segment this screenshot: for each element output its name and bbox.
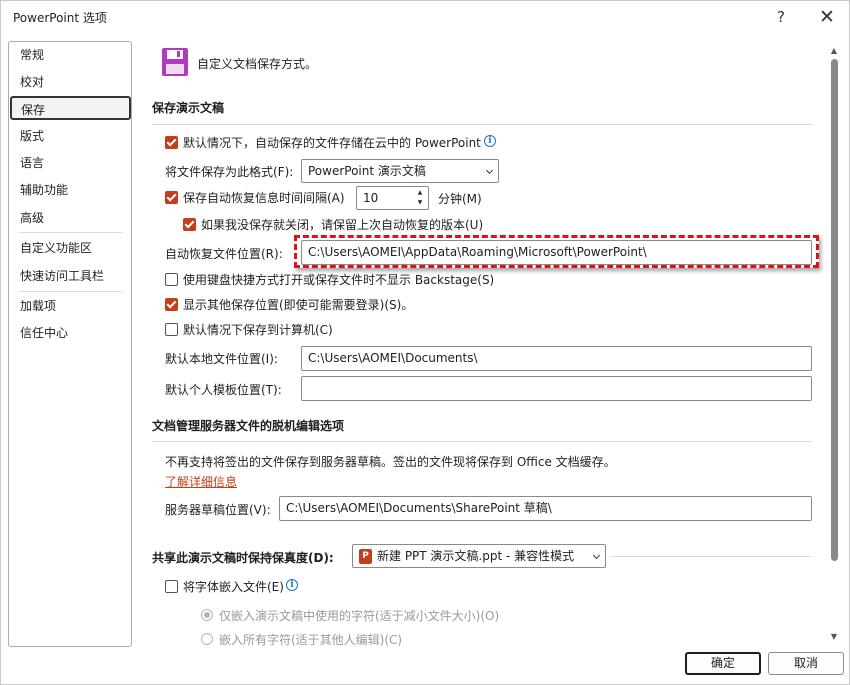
autorecover-interval-label: 保存自动恢复信息时间间隔(A) xyxy=(183,191,345,205)
drafts-location-input[interactable]: C:\Users\AOMEI\Documents\SharePoint 草稿\ xyxy=(279,496,812,521)
info-icon[interactable]: i xyxy=(484,135,496,147)
page-description: 自定义文档保存方式。 xyxy=(197,57,318,71)
scroll-up-icon[interactable]: ▲ xyxy=(830,47,838,55)
nav-item-trust-center[interactable]: 信任中心 xyxy=(9,321,131,345)
embed-fonts-label: 将字体嵌入文件(E) xyxy=(183,580,284,594)
nav-item-customize-ribbon[interactable]: 自定义功能区 xyxy=(9,236,131,260)
spin-down-icon[interactable]: ▼ xyxy=(415,198,425,208)
no-backstage-label: 使用键盘快捷方式打开或保存文件时不显示 Backstage(S) xyxy=(183,273,495,287)
show-other-locations-checkbox[interactable] xyxy=(165,298,178,311)
default-local-location-label: 默认本地文件位置(I): xyxy=(165,352,278,366)
default-template-location-label: 默认个人模板位置(T): xyxy=(165,383,282,397)
section-divider xyxy=(152,441,812,442)
autorecover-location-label: 自动恢复文件位置(R): xyxy=(165,247,283,261)
highlight-frame xyxy=(294,235,819,268)
nav-item-quick-access-toolbar[interactable]: 快速访问工具栏 xyxy=(9,264,131,288)
keep-last-autorecover-label: 如果我没保存就关闭，请保留上次自动恢复的版本(U) xyxy=(201,218,484,232)
section-title-fidelity: 共享此演示文稿时保持保真度(D): xyxy=(152,551,334,565)
nav-item-general[interactable]: 常规 xyxy=(9,43,131,67)
ok-button[interactable]: 确定 xyxy=(685,652,761,675)
presentation-select[interactable]: P 新建 PPT 演示文稿.ppt - 兼容性模式 xyxy=(352,544,606,568)
embed-all-label: 嵌入所有字符(适于其他人编辑)(C) xyxy=(219,633,403,647)
chevron-down-icon xyxy=(485,166,494,175)
chevron-down-icon xyxy=(592,551,601,560)
section-divider xyxy=(152,124,812,125)
save-format-select[interactable]: PowerPoint 演示文稿 xyxy=(301,159,499,183)
scroll-down-icon[interactable]: ▼ xyxy=(830,633,838,641)
autosave-cloud-checkbox[interactable] xyxy=(165,136,178,149)
title-bar: PowerPoint 选项 ? ✕ xyxy=(1,1,850,33)
close-button[interactable]: ✕ xyxy=(813,5,841,29)
save-to-computer-checkbox[interactable] xyxy=(165,323,178,336)
embed-all-radio[interactable] xyxy=(201,633,213,645)
drafts-location-label: 服务器草稿位置(V): xyxy=(165,503,271,517)
keep-last-autorecover-checkbox[interactable] xyxy=(183,218,196,231)
learn-more-link[interactable]: 了解详细信息 xyxy=(165,473,237,490)
presentation-select-value: 新建 PPT 演示文稿.ppt - 兼容性模式 xyxy=(377,549,575,563)
embed-fonts-checkbox[interactable] xyxy=(165,580,178,593)
cancel-button[interactable]: 取消 xyxy=(768,652,844,675)
section-title-offline: 文档管理服务器文件的脱机编辑选项 xyxy=(152,419,345,433)
autorecover-interval-unit: 分钟(M) xyxy=(438,192,482,206)
default-template-location-input[interactable] xyxy=(301,376,812,401)
save-format-value: PowerPoint 演示文稿 xyxy=(308,164,426,178)
offline-notice: 不再支持将签出的文件保存到服务器草稿。签出的文件现将保存到 Office 文档缓… xyxy=(165,455,616,469)
no-backstage-checkbox[interactable] xyxy=(165,273,178,286)
scrollbar-thumb[interactable] xyxy=(831,59,838,561)
help-button[interactable]: ? xyxy=(767,5,795,29)
dialog-title: PowerPoint 选项 xyxy=(13,11,107,25)
section-divider xyxy=(611,556,811,557)
vertical-scrollbar[interactable]: ▲ ▼ xyxy=(827,45,841,647)
section-title-save: 保存演示文稿 xyxy=(152,101,225,115)
embed-used-only-radio[interactable] xyxy=(201,609,213,621)
options-dialog: PowerPoint 选项 ? ✕ 常规 校对 保存 版式 语言 辅助功能 高级… xyxy=(0,0,850,685)
autorecover-interval-value: 10 xyxy=(363,191,379,205)
save-floppy-icon xyxy=(162,48,188,76)
nav-item-layout[interactable]: 版式 xyxy=(9,124,131,148)
autosave-cloud-label: 默认情况下，自动保存的文件存储在云中的 PowerPoint xyxy=(183,136,481,150)
spin-up-icon[interactable]: ▲ xyxy=(415,188,425,198)
nav-item-language[interactable]: 语言 xyxy=(9,151,131,175)
default-local-location-input[interactable]: C:\Users\AOMEI\Documents\ xyxy=(301,346,812,371)
nav-divider xyxy=(19,232,123,233)
autorecover-interval-spinner[interactable]: 10 ▲ ▼ xyxy=(356,186,429,210)
nav-divider xyxy=(19,291,123,292)
nav-item-accessibility[interactable]: 辅助功能 xyxy=(9,178,131,202)
nav-item-add-ins[interactable]: 加载项 xyxy=(9,294,131,318)
nav-item-proofing[interactable]: 校对 xyxy=(9,70,131,94)
embed-used-only-label: 仅嵌入演示文稿中使用的字符(适于减小文件大小)(O) xyxy=(219,609,500,623)
powerpoint-file-icon: P xyxy=(359,549,372,564)
info-icon[interactable]: i xyxy=(286,579,298,591)
category-nav: 常规 校对 保存 版式 语言 辅助功能 高级 自定义功能区 快速访问工具栏 加载… xyxy=(8,41,132,647)
save-format-label: 将文件保存为此格式(F): xyxy=(165,165,294,179)
nav-item-advanced[interactable]: 高级 xyxy=(9,206,131,230)
autorecover-interval-checkbox[interactable] xyxy=(165,191,178,204)
nav-item-save[interactable]: 保存 xyxy=(10,96,131,120)
save-to-computer-label: 默认情况下保存到计算机(C) xyxy=(183,323,333,337)
show-other-locations-label: 显示其他保存位置(即使可能需要登录)(S)。 xyxy=(183,298,414,312)
